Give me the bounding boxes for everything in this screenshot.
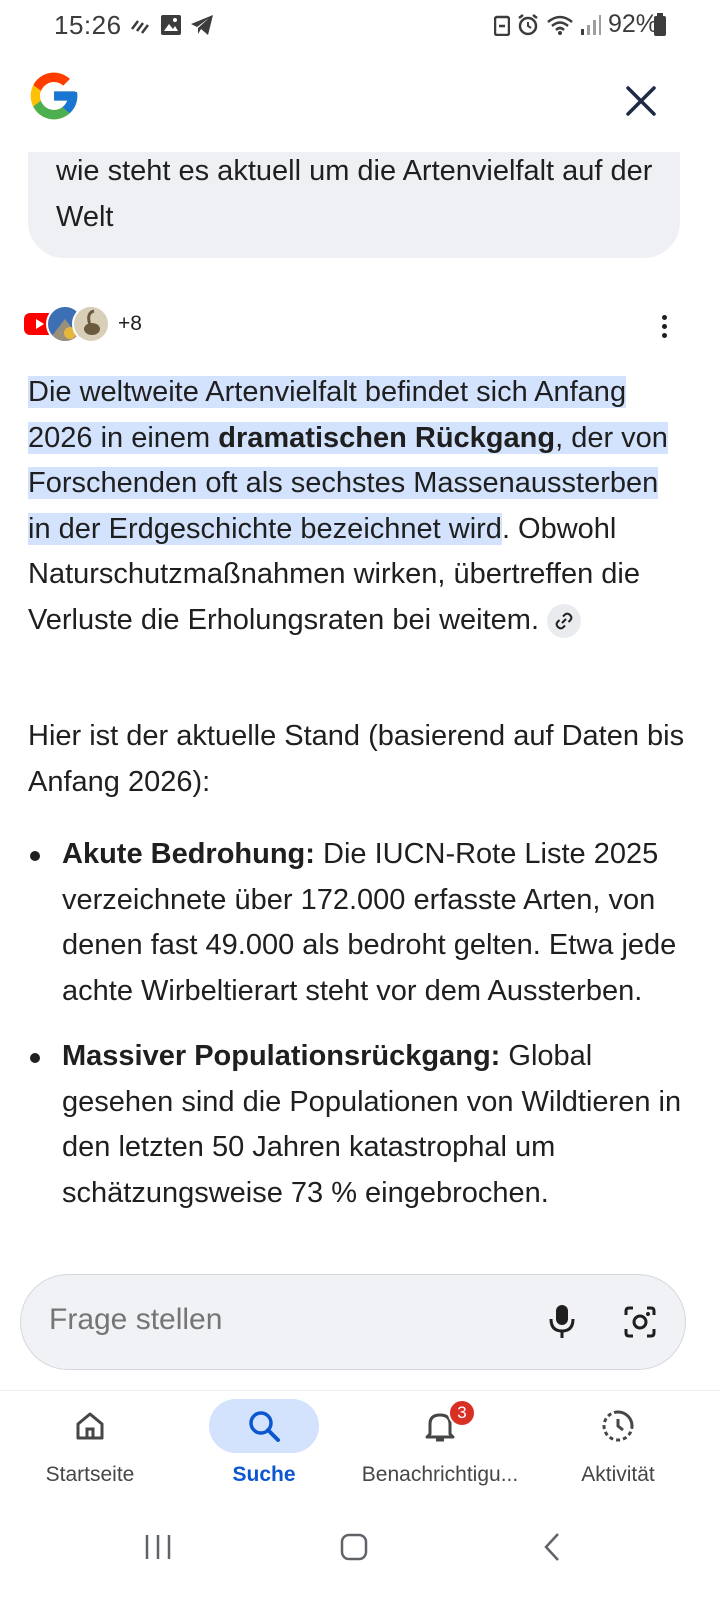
microphone-icon bbox=[549, 1305, 575, 1338]
home-square-icon bbox=[340, 1533, 368, 1561]
battery-icon bbox=[654, 13, 666, 36]
back-chevron-icon bbox=[544, 1533, 559, 1561]
bullet-title: Massiver Populationsrückgang: bbox=[62, 1040, 501, 1072]
notification-badge: 3 bbox=[448, 1399, 476, 1427]
bell-icon bbox=[385, 1399, 495, 1453]
query-text: wie steht es aktuell um die Artenvielfal… bbox=[56, 155, 653, 233]
google-lens-button[interactable] bbox=[617, 1299, 663, 1345]
highlighted-bold-text: dramatischen Rückgang bbox=[218, 421, 556, 454]
close-icon bbox=[626, 86, 656, 116]
ask-bar bbox=[20, 1274, 686, 1370]
nav-item-search[interactable]: Suche bbox=[174, 1391, 354, 1503]
nav-label-search: Suche bbox=[232, 1463, 296, 1486]
alarm-icon bbox=[518, 13, 538, 35]
bullet-title: Akute Bedrohung: bbox=[62, 838, 315, 870]
source-link-button[interactable] bbox=[547, 603, 582, 638]
back-button[interactable] bbox=[522, 1522, 582, 1572]
sources-row[interactable]: +8 bbox=[20, 302, 142, 346]
ask-input[interactable] bbox=[49, 1303, 489, 1337]
telegram-icon bbox=[191, 15, 213, 35]
status-notification-icons bbox=[130, 14, 214, 36]
answer-bullet-list: Akute Bedrohung: Die IUCN-Rote Liste 202… bbox=[28, 832, 688, 1236]
nav-label-notifications: Benachrichtigu... bbox=[361, 1463, 519, 1486]
bird-source-icon bbox=[72, 305, 110, 343]
wifi-icon bbox=[547, 15, 573, 35]
link-icon bbox=[555, 612, 573, 630]
nav-label-activity: Aktivität bbox=[581, 1463, 655, 1486]
ask-bar-container bbox=[0, 1250, 720, 1390]
recent-apps-button[interactable] bbox=[128, 1522, 188, 1572]
search-icon bbox=[209, 1399, 319, 1453]
bottom-navigation: Startseite Suche 3 Benachrichtigu... Akt… bbox=[0, 1390, 720, 1502]
home-system-button[interactable] bbox=[324, 1522, 384, 1572]
google-g-logo bbox=[30, 72, 78, 120]
app-header bbox=[0, 52, 720, 152]
more-options-button[interactable] bbox=[650, 306, 678, 346]
list-item: Massiver Populationsrückgang: Global ges… bbox=[28, 1034, 688, 1216]
list-item: Akute Bedrohung: Die IUCN-Rote Liste 202… bbox=[28, 832, 688, 1014]
system-navigation-bar bbox=[0, 1502, 720, 1600]
close-button[interactable] bbox=[614, 74, 668, 128]
voice-search-button[interactable] bbox=[539, 1299, 585, 1345]
activity-icon bbox=[563, 1399, 673, 1453]
battery-saver-icon bbox=[493, 15, 510, 36]
more-dot bbox=[661, 314, 667, 320]
ai-answer-paragraph: Die weltweite Artenvielfalt befindet sic… bbox=[28, 370, 688, 643]
more-dot bbox=[661, 332, 667, 338]
lens-camera-icon bbox=[624, 1306, 656, 1338]
nav-label-home: Startseite bbox=[45, 1463, 135, 1486]
battery-percentage: 92% bbox=[607, 10, 658, 38]
nav-item-home[interactable]: Startseite bbox=[0, 1391, 180, 1503]
image-icon bbox=[161, 15, 181, 35]
more-dot bbox=[661, 323, 667, 329]
home-icon bbox=[35, 1399, 145, 1453]
signal-wave-icon bbox=[131, 20, 149, 34]
nav-item-notifications[interactable]: 3 Benachrichtigu... bbox=[350, 1391, 530, 1503]
recent-apps-icon bbox=[145, 1535, 171, 1559]
sources-count: +8 bbox=[118, 312, 142, 335]
status-time: 15:26 bbox=[54, 10, 122, 40]
status-bar: 15:26 92% bbox=[0, 0, 720, 52]
cell-signal-icon bbox=[580, 14, 601, 35]
nav-item-activity[interactable]: Aktivität bbox=[528, 1391, 708, 1503]
answer-intro-paragraph: Hier ist der aktuelle Stand (basierend a… bbox=[28, 720, 685, 798]
status-right: 92% bbox=[493, 10, 658, 39]
